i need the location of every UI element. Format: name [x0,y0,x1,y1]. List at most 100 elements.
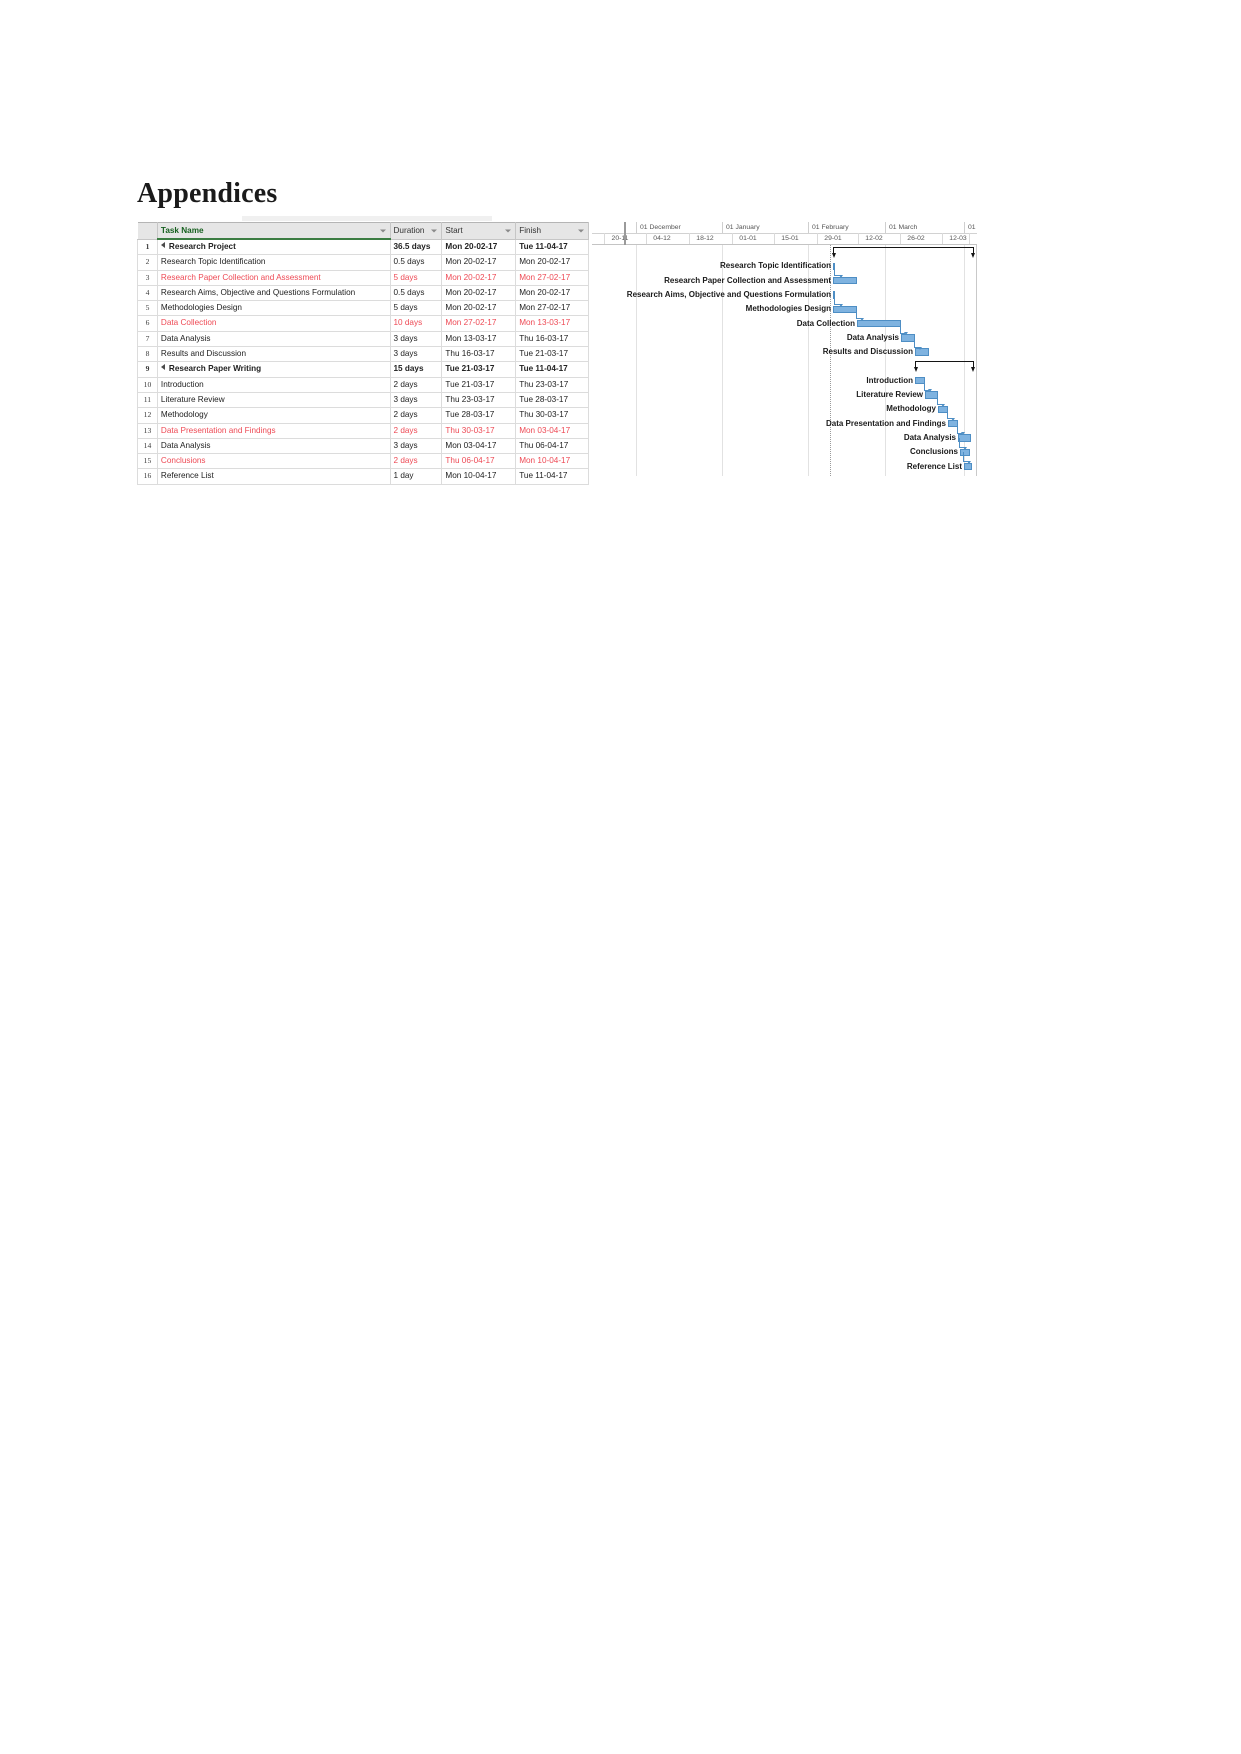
start-date-cell[interactable]: Mon 20-02-17 [441,300,517,317]
duration-cell[interactable]: 2 days [389,376,443,393]
task-name-cell[interactable]: Research Paper Collection and Assessment [156,269,391,286]
table-row[interactable]: 15 Conclusions 2 days Thu 06-04-17 Mon 10-04… [137,453,589,470]
collapse-triangle-icon[interactable] [160,242,165,248]
row-id-cell[interactable]: 14 [137,437,158,455]
row-id-cell[interactable]: 3 [137,269,158,286]
start-date-cell[interactable]: Mon 20-02-17 [441,254,517,271]
task-name-cell[interactable]: Literature Review [156,391,391,409]
duration-cell[interactable]: 1 day [389,468,443,485]
gantt-task-bar[interactable] [857,319,901,328]
finish-date-cell[interactable]: Tue 28-03-17 [515,391,589,409]
duration-cell[interactable]: 2 days [389,422,443,439]
gantt-task-bar[interactable] [833,305,857,313]
table-row[interactable]: 9 Research Paper Writing 15 days Tue 21-03-… [137,361,589,378]
start-date-cell[interactable]: Thu 30-03-17 [441,422,517,439]
task-name-cell[interactable]: Data Collection [156,315,391,332]
task-name-cell[interactable]: Data Analysis [156,330,391,348]
duration-cell[interactable]: 36.5 days [389,238,443,256]
finish-date-cell[interactable]: Thu 16-03-17 [515,330,589,348]
duration-cell[interactable]: 2 days [389,407,443,424]
start-date-cell[interactable]: Mon 27-02-17 [441,315,517,332]
table-row[interactable]: 4 Research Aims, Objective and Questions … [137,284,589,302]
start-date-cell[interactable]: Mon 03-04-17 [441,437,517,455]
table-row[interactable]: 2 Research Topic Identification 0.5 days Mo… [137,254,589,271]
table-row[interactable]: 14 Data Analysis 3 days Mon 03-04-17 Thu 06-… [137,437,589,455]
start-date-cell[interactable]: Tue 28-03-17 [441,407,517,424]
duration-cell[interactable]: 3 days [389,437,443,455]
duration-cell[interactable]: 5 days [389,300,443,317]
table-row[interactable]: 8 Results and Discussion 3 days Thu 16-03-1… [137,346,589,363]
duration-cell[interactable]: 0.5 days [389,284,443,302]
table-row[interactable]: 10 Introduction 2 days Tue 21-03-17 Thu 23-0… [137,376,589,393]
row-id-cell[interactable]: 16 [137,468,158,485]
row-id-cell[interactable]: 2 [137,254,158,271]
duration-cell[interactable]: 3 days [389,346,443,363]
row-id-cell[interactable]: 8 [137,346,158,363]
gantt-summary-bar[interactable] [914,361,975,373]
table-row[interactable]: 12 Methodology 2 days Tue 28-03-17 Thu 30-03… [137,407,589,424]
row-id-cell[interactable]: 13 [137,422,158,439]
column-header-start[interactable]: Start [441,222,517,240]
gantt-task-bar[interactable] [964,462,972,471]
row-id-cell[interactable]: 6 [137,315,158,332]
finish-date-cell[interactable]: Thu 23-03-17 [515,376,589,393]
task-name-cell[interactable]: Methodologies Design [156,300,391,317]
gantt-summary-bar[interactable] [832,247,975,258]
table-row[interactable]: 7 Data Analysis 3 days Mon 13-03-17 Thu 16-0… [137,330,589,348]
column-header-duration[interactable]: Duration [389,222,443,240]
duration-cell[interactable]: 10 days [389,315,443,332]
duration-cell[interactable]: 15 days [389,361,443,378]
task-name-cell[interactable]: Research Aims, Objective and Questions F… [156,284,391,302]
duration-cell[interactable]: 2 days [389,453,443,470]
chevron-down-icon[interactable] [379,229,386,232]
row-id-cell[interactable]: 15 [137,453,158,470]
task-name-cell[interactable]: Results and Discussion [156,346,391,363]
start-date-cell[interactable]: Thu 23-03-17 [441,391,517,409]
finish-date-cell[interactable]: Mon 03-04-17 [515,422,589,439]
table-row[interactable]: 6 Data Collection 10 days Mon 27-02-17 Mon 1… [137,315,589,332]
finish-date-cell[interactable]: Mon 27-02-17 [515,269,589,286]
row-id-cell[interactable]: 4 [137,284,158,302]
start-date-cell[interactable]: Mon 10-04-17 [441,468,517,485]
duration-cell[interactable]: 3 days [389,330,443,348]
table-row[interactable]: 3 Research Paper Collection and Assessmen… [137,269,589,286]
row-id-cell[interactable]: 11 [137,391,158,409]
table-row[interactable]: 1 Research Project 36.5 days Mon 20-02-17 Tu… [137,238,589,256]
finish-date-cell[interactable]: Mon 27-02-17 [515,300,589,317]
column-header-task-name[interactable]: Task Name [156,222,391,240]
duration-cell[interactable]: 0.5 days [389,254,443,271]
start-date-cell[interactable]: Thu 16-03-17 [441,346,517,363]
start-date-cell[interactable]: Tue 21-03-17 [441,361,517,378]
gantt-task-bar[interactable] [833,276,857,285]
table-row[interactable]: 16 Reference List 1 day Mon 10-04-17 Tue 11-… [137,468,589,485]
chevron-down-icon[interactable] [578,229,584,233]
finish-date-cell[interactable]: Thu 30-03-17 [515,407,589,424]
finish-date-cell[interactable]: Tue 11-04-17 [515,238,589,256]
row-id-cell[interactable]: 1 [137,238,158,256]
task-name-cell[interactable]: Methodology [156,407,391,424]
finish-date-cell[interactable]: Mon 20-02-17 [515,254,589,271]
start-date-cell[interactable]: Mon 13-03-17 [441,330,517,348]
finish-date-cell[interactable]: Tue 21-03-17 [515,346,589,363]
task-name-cell[interactable]: Research Topic Identification [156,254,391,271]
finish-date-cell[interactable]: Mon 10-04-17 [515,453,589,470]
task-name-cell[interactable]: Research Paper Writing [156,361,391,378]
collapse-triangle-icon[interactable] [160,364,165,371]
column-header-finish[interactable]: Finish [515,222,589,240]
task-name-cell[interactable]: Data Presentation and Findings [156,422,391,439]
start-date-cell[interactable]: Mon 20-02-17 [441,284,517,302]
finish-date-cell[interactable]: Thu 06-04-17 [515,437,589,455]
table-row[interactable]: 13 Data Presentation and Findings 2 days Th… [137,422,589,439]
start-date-cell[interactable]: Mon 20-02-17 [441,269,517,286]
task-name-cell[interactable]: Reference List [156,468,391,485]
table-row[interactable]: 5 Methodologies Design 5 days Mon 20-02-17 M… [137,300,589,317]
finish-date-cell[interactable]: Mon 20-02-17 [515,284,589,302]
finish-date-cell[interactable]: Tue 11-04-17 [515,468,589,485]
task-name-cell[interactable]: Research Project [156,238,391,256]
row-id-cell[interactable]: 9 [137,361,158,378]
chevron-down-icon[interactable] [431,229,438,233]
row-id-cell[interactable]: 5 [137,300,158,317]
row-id-cell[interactable]: 10 [137,376,158,393]
start-date-cell[interactable]: Thu 06-04-17 [441,453,517,470]
row-id-cell[interactable]: 7 [137,330,158,348]
